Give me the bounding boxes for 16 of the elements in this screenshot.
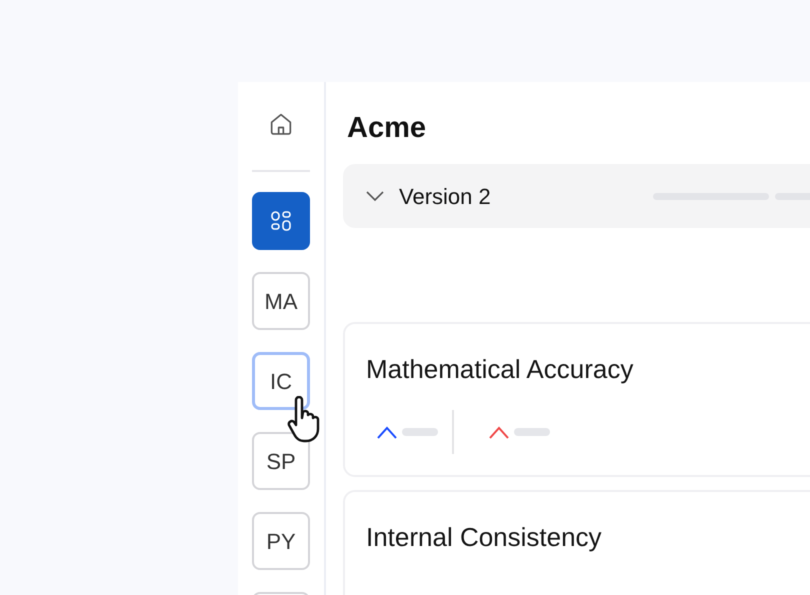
loading-bar: [402, 428, 438, 436]
chevron-icon: [365, 190, 385, 202]
sidebar-item[interactable]: PY: [252, 512, 310, 570]
card-title: Internal Consistency: [366, 521, 603, 554]
up-caret-icon: [488, 425, 510, 439]
version-bar[interactable]: Version 2: [343, 164, 810, 228]
up-caret-icon: [376, 425, 398, 439]
apps-button[interactable]: [252, 192, 310, 250]
sidebar-item[interactable]: IC: [252, 352, 310, 410]
card-title: Mathematical Accuracy: [366, 353, 634, 386]
version-label: Version 2: [399, 182, 491, 210]
apps-icon: [269, 209, 293, 233]
loading-bar: [514, 428, 550, 436]
sidebar-item[interactable]: SP: [252, 432, 310, 490]
sidebar-item[interactable]: MA: [252, 272, 310, 330]
page-title: Acme: [346, 111, 427, 146]
